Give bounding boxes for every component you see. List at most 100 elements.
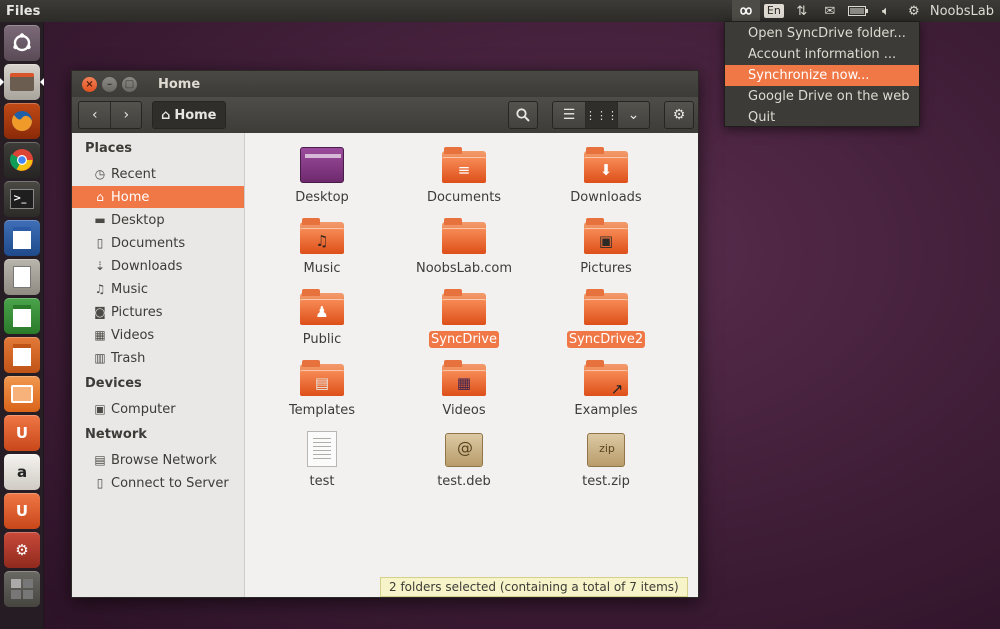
file-item-videos[interactable]: ▦ Videos — [394, 360, 534, 419]
sidebar-item-computer[interactable]: ▣ Computer — [72, 398, 244, 420]
document-icon: ▯ — [96, 236, 104, 250]
home-icon: ⌂ — [161, 107, 171, 123]
libreoffice-impress-icon[interactable] — [4, 337, 40, 373]
film-icon: ▦ — [94, 328, 106, 342]
file-item-public[interactable]: ♟ Public — [252, 289, 392, 348]
file-item-desktop[interactable]: Desktop — [252, 147, 392, 206]
folder-icon — [584, 289, 628, 325]
sidebar-item-videos[interactable]: ▦ Videos — [72, 324, 244, 346]
path-bar: ⌂ Home — [152, 101, 226, 129]
file-item-music[interactable]: ♫ Music — [252, 218, 392, 277]
file-item-downloads[interactable]: ⬇ Downloads — [536, 147, 676, 206]
sidebar-item-music[interactable]: ♫ Music — [72, 278, 244, 300]
documents-folder-icon: ≡ — [442, 147, 486, 183]
zip-archive-icon: zip — [584, 431, 628, 467]
search-group — [508, 101, 538, 129]
search-button[interactable] — [509, 102, 537, 128]
menu-item-synchronize-now[interactable]: Synchronize now... — [725, 65, 919, 86]
status-bar: 2 folders selected (containing a total o… — [380, 577, 688, 597]
file-item-templates[interactable]: ▤ Templates — [252, 360, 392, 419]
text-editor-icon[interactable] — [4, 259, 40, 295]
sidebar-item-recent[interactable]: ◷ Recent — [72, 163, 244, 185]
network-icon[interactable]: ⇅ — [788, 0, 816, 22]
app-title: Files — [6, 3, 41, 19]
ubuntu-dash-icon[interactable] — [4, 25, 40, 61]
file-item-pictures[interactable]: ▣ Pictures — [536, 218, 676, 277]
libreoffice-calc-icon[interactable] — [4, 298, 40, 334]
path-home-label: Home — [174, 107, 217, 123]
close-button[interactable]: × — [82, 76, 97, 92]
window-title: Home — [158, 76, 201, 92]
ubuntu-one-music-icon[interactable]: U — [4, 493, 40, 529]
sidebar-item-browse-network[interactable]: ▤ Browse Network — [72, 449, 244, 471]
syncdrive-icon[interactable] — [731, 0, 760, 22]
keyboard-layout-icon[interactable]: En — [760, 0, 788, 22]
workspace-switcher-icon[interactable] — [4, 571, 40, 607]
file-item-documents[interactable]: ≡ Documents — [394, 147, 534, 206]
files-icon[interactable] — [4, 64, 40, 100]
syncdrive-menu: Open SyncDrive folder... Account informa… — [724, 21, 920, 127]
user-name[interactable]: NoobsLab — [930, 4, 994, 19]
gear-button[interactable]: ⚙ — [665, 102, 693, 128]
public-folder-icon: ♟ — [300, 289, 344, 325]
terminal-icon[interactable]: >_ — [4, 181, 40, 217]
examples-link-icon: ↗ — [584, 360, 628, 398]
back-button[interactable]: ‹ — [79, 102, 110, 128]
running-indicator — [0, 78, 4, 86]
minimize-button[interactable]: – — [102, 76, 117, 92]
file-item-noobslab[interactable]: NoobsLab.com — [394, 218, 534, 277]
path-home-button[interactable]: ⌂ Home — [153, 102, 225, 128]
file-item-test[interactable]: test — [252, 431, 392, 490]
search-icon — [516, 108, 530, 122]
sound-icon[interactable]: 🔈︎ — [872, 0, 900, 22]
software-center-icon[interactable] — [4, 376, 40, 412]
indicator-area: En ⇅ ✉ 🔈︎ ⚙ NoobsLab — [731, 0, 1000, 22]
view-group: ☰ ⋮⋮⋮ ⌄ — [552, 101, 650, 129]
sidebar-item-desktop[interactable]: ▬ Desktop — [72, 209, 244, 231]
menu-item-google-drive-web[interactable]: Google Drive on the web — [725, 86, 919, 107]
file-item-test-zip[interactable]: zip test.zip — [536, 431, 676, 490]
firefox-icon[interactable] — [4, 103, 40, 139]
view-options-button[interactable]: ⌄ — [617, 102, 649, 128]
file-item-syncdrive[interactable]: SyncDrive — [394, 289, 534, 348]
sidebar-item-home[interactable]: ⌂ Home — [72, 186, 244, 208]
file-item-syncdrive2[interactable]: SyncDrive2 — [536, 289, 676, 348]
active-indicator — [40, 78, 44, 86]
menu-item-quit[interactable]: Quit — [725, 107, 919, 128]
videos-folder-icon: ▦ — [442, 360, 486, 396]
network-heading: Network — [85, 427, 147, 442]
amazon-icon[interactable]: a — [4, 454, 40, 490]
mail-icon[interactable]: ✉ — [816, 0, 844, 22]
gear-icon[interactable]: ⚙ — [900, 0, 928, 22]
folder-icon — [442, 218, 486, 254]
menu-item-open-folder[interactable]: Open SyncDrive folder... — [725, 23, 919, 44]
ubuntu-one-icon[interactable]: U — [4, 415, 40, 451]
sidebar: Places ◷ Recent ⌂ Home ▬ Desktop ▯ Docum… — [72, 133, 245, 597]
list-view-button[interactable]: ☰ — [553, 102, 585, 128]
devices-heading: Devices — [85, 376, 142, 391]
chromium-icon[interactable] — [4, 142, 40, 178]
libreoffice-writer-icon[interactable] — [4, 220, 40, 256]
sidebar-item-documents[interactable]: ▯ Documents — [72, 232, 244, 254]
sidebar-item-connect-to-server[interactable]: ▯ Connect to Server — [72, 472, 244, 494]
file-item-test-deb[interactable]: @ test.deb — [394, 431, 534, 490]
settings-group: ⚙ — [664, 101, 694, 129]
battery-icon[interactable] — [844, 0, 872, 22]
menu-item-account-info[interactable]: Account information ... — [725, 44, 919, 65]
deb-package-icon: @ — [442, 431, 486, 467]
maximize-button[interactable]: □ — [122, 76, 137, 92]
sidebar-item-downloads[interactable]: ⇣ Downloads — [72, 255, 244, 277]
file-item-examples[interactable]: ↗ Examples — [536, 360, 676, 419]
grid-view-button[interactable]: ⋮⋮⋮ — [585, 102, 618, 128]
sidebar-item-trash[interactable]: ▥ Trash — [72, 347, 244, 369]
sidebar-item-pictures[interactable]: ◙ Pictures — [72, 301, 244, 323]
download-icon: ⇣ — [94, 259, 106, 273]
title-bar[interactable]: × – □ Home — [72, 71, 698, 97]
camera-icon: ◙ — [94, 305, 106, 319]
nav-buttons: ‹ › — [78, 101, 142, 129]
pictures-folder-icon: ▣ — [584, 218, 628, 254]
server-icon: ▯ — [96, 476, 104, 490]
files-window: × – □ Home ‹ › ⌂ Home ☰ ⋮⋮⋮ ⌄ ⚙ Places ◷… — [71, 70, 699, 598]
system-settings-icon[interactable]: ⚙ — [4, 532, 40, 568]
forward-button[interactable]: › — [110, 102, 141, 128]
